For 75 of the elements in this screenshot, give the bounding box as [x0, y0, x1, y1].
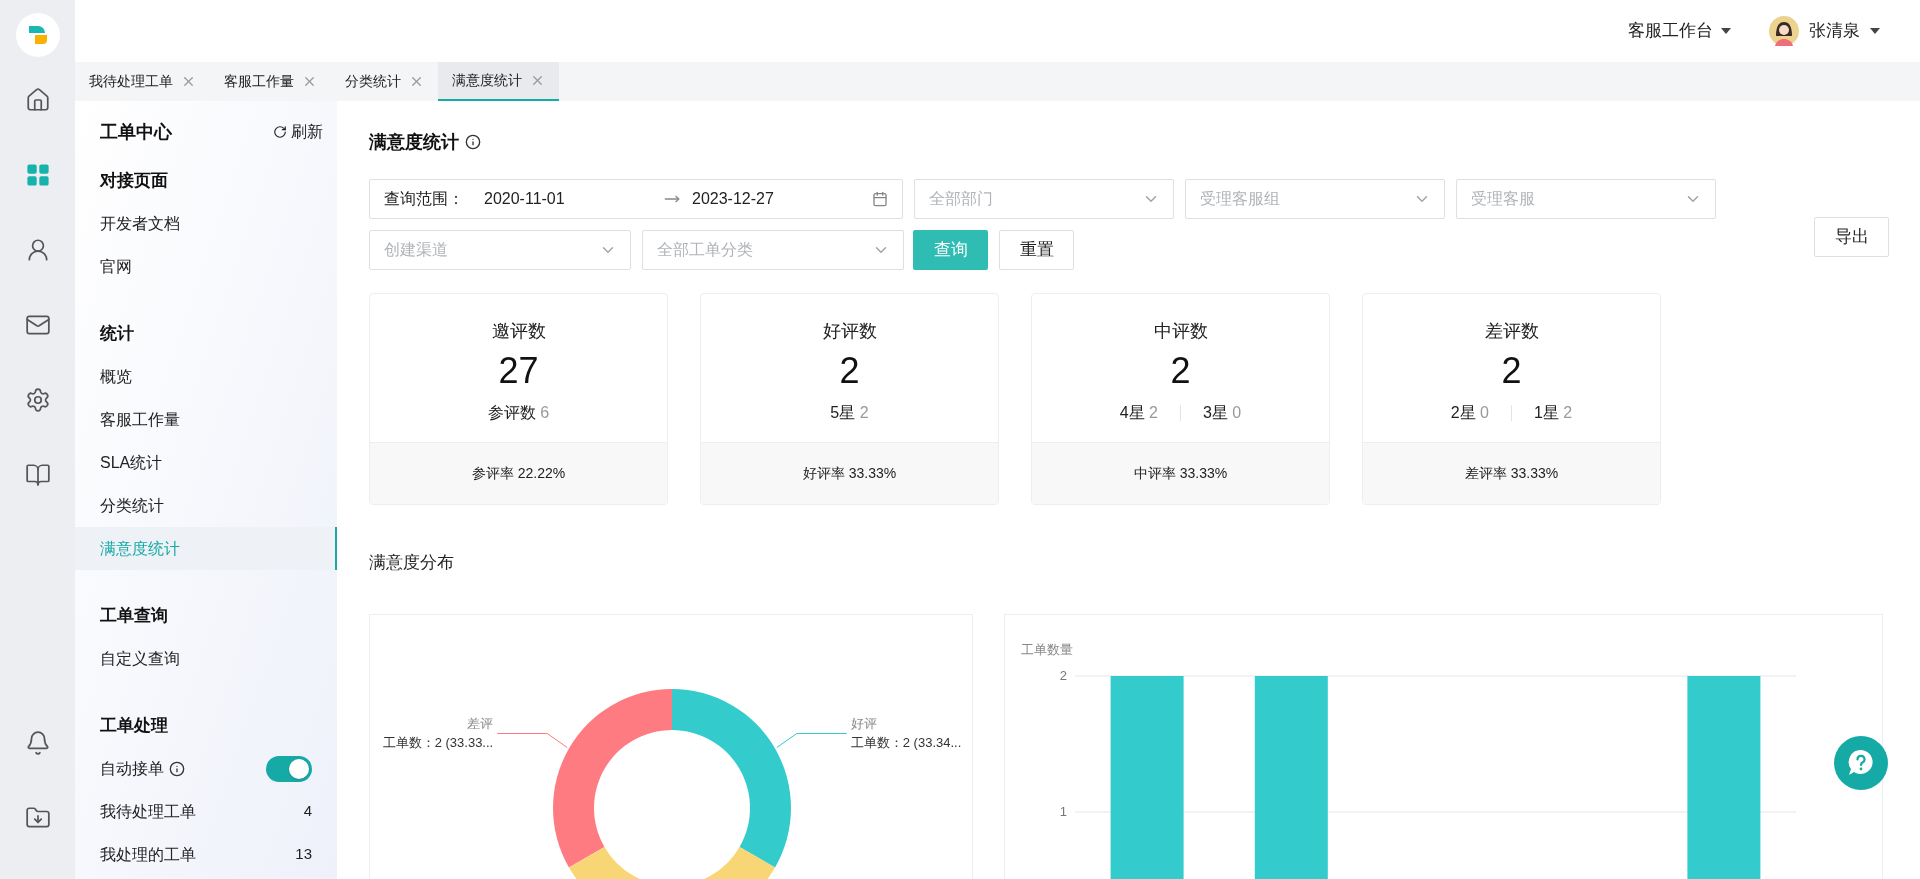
leader-line — [496, 732, 568, 748]
tab[interactable]: 我待处理工单 — [75, 62, 210, 101]
stat-breakdown: 3星 0 — [1203, 403, 1242, 423]
group-title: 工单处理 — [100, 714, 168, 737]
toggle-switch[interactable] — [266, 755, 312, 782]
refresh-button[interactable]: 刷新 — [273, 120, 323, 144]
refresh-icon — [273, 125, 287, 139]
rate-text: 差评率 33.33% — [1464, 464, 1559, 483]
sidebar-item[interactable]: 概览 — [75, 355, 337, 398]
tab[interactable]: 分类统计 — [331, 62, 438, 101]
avatar — [1769, 16, 1799, 46]
sidebar-title: 工单中心 — [100, 120, 172, 144]
help-button[interactable] — [1834, 736, 1888, 790]
axis-title: 工单数量 — [1021, 641, 1073, 657]
page-title: 满意度统计 — [369, 130, 459, 154]
leader-line — [776, 732, 848, 748]
select-field[interactable]: 受理客服组 — [1185, 179, 1445, 219]
tick-label: 1 — [1059, 803, 1067, 819]
user-menu[interactable]: 张清泉 — [1769, 16, 1880, 46]
sidebar-item[interactable]: 自定义查询 — [75, 637, 337, 680]
stat-breakdown: 4星 2 — [1119, 403, 1158, 423]
stat-value: 2 — [1170, 349, 1191, 393]
chart-label: 差评 — [467, 715, 494, 730]
stat-breakdown: 参评数 6 — [487, 403, 550, 423]
rate-text: 中评率 33.33% — [1133, 464, 1228, 483]
close-icon[interactable] — [181, 74, 196, 89]
rate-text: 参评率 22.22% — [471, 464, 566, 483]
stat-breakdown: 5星 2 — [830, 403, 869, 423]
sidebar-item[interactable]: 分类统计 — [75, 484, 337, 527]
sidebar-item[interactable]: 官网 — [75, 245, 337, 288]
info-icon — [465, 134, 481, 150]
stat-breakdown: 2星 0 — [1450, 403, 1489, 423]
select-field[interactable]: 创建渠道 — [369, 230, 631, 270]
sidebar-item[interactable]: 开发者文档 — [75, 202, 337, 245]
stat-value: 27 — [498, 349, 539, 393]
stat-title: 中评数 — [1153, 320, 1208, 343]
close-icon[interactable] — [530, 73, 545, 88]
group-title: 工单查询 — [100, 604, 168, 627]
sidebar-item[interactable]: SLA统计 — [75, 441, 337, 484]
group-title: 统计 — [100, 322, 134, 345]
workspace-menu[interactable]: 客服工作台 — [1628, 18, 1731, 44]
reset-button[interactable]: 重置 — [999, 230, 1074, 270]
select-field[interactable]: 全部部门 — [914, 179, 1174, 219]
section-title: 满意度分布 — [369, 553, 454, 572]
stat-title: 差评数 — [1484, 320, 1539, 343]
app-logo[interactable] — [15, 13, 60, 57]
menu-label: 自动接单 — [100, 758, 164, 779]
chart-label: 工单数：2 (33.34... — [850, 734, 962, 749]
select-field[interactable]: 受理客服 — [1456, 179, 1716, 219]
chart-label: 工单数：2 (33.33... — [382, 734, 494, 749]
logo-icon — [26, 24, 49, 46]
tick-label: 2 — [1059, 667, 1067, 683]
sidebar-item[interactable]: 我待处理工单 4 — [75, 790, 337, 833]
tab[interactable]: 客服工作量 — [210, 62, 331, 101]
sidebar-item[interactable]: 我处理的工单 13 — [75, 833, 337, 876]
chart-label: 好评 — [850, 715, 877, 730]
info-icon — [169, 760, 185, 777]
caret-icon — [1721, 28, 1731, 34]
tab[interactable]: 满意度统计 — [438, 62, 559, 101]
close-icon[interactable] — [409, 74, 424, 89]
export-button[interactable]: 导出 — [1814, 217, 1889, 257]
caret-icon — [1870, 28, 1880, 34]
rate-text: 好评率 33.33% — [802, 464, 897, 483]
stat-breakdown: 1星 2 — [1534, 403, 1573, 423]
date-range-field[interactable]: 查询范围： 2020-11-01 2023-12-27 — [369, 179, 903, 219]
stat-title: 好评数 — [822, 320, 877, 343]
stat-title: 邀评数 — [491, 320, 546, 343]
close-icon[interactable] — [302, 74, 317, 89]
stat-value: 2 — [839, 349, 860, 393]
calendar-icon — [872, 191, 888, 207]
help-icon — [1846, 748, 1876, 778]
sidebar-item[interactable]: 客服工作量 — [75, 398, 337, 441]
group-title: 对接页面 — [100, 169, 168, 192]
stat-value: 2 — [1501, 349, 1522, 393]
select-field[interactable]: 全部工单分类 — [642, 230, 904, 270]
